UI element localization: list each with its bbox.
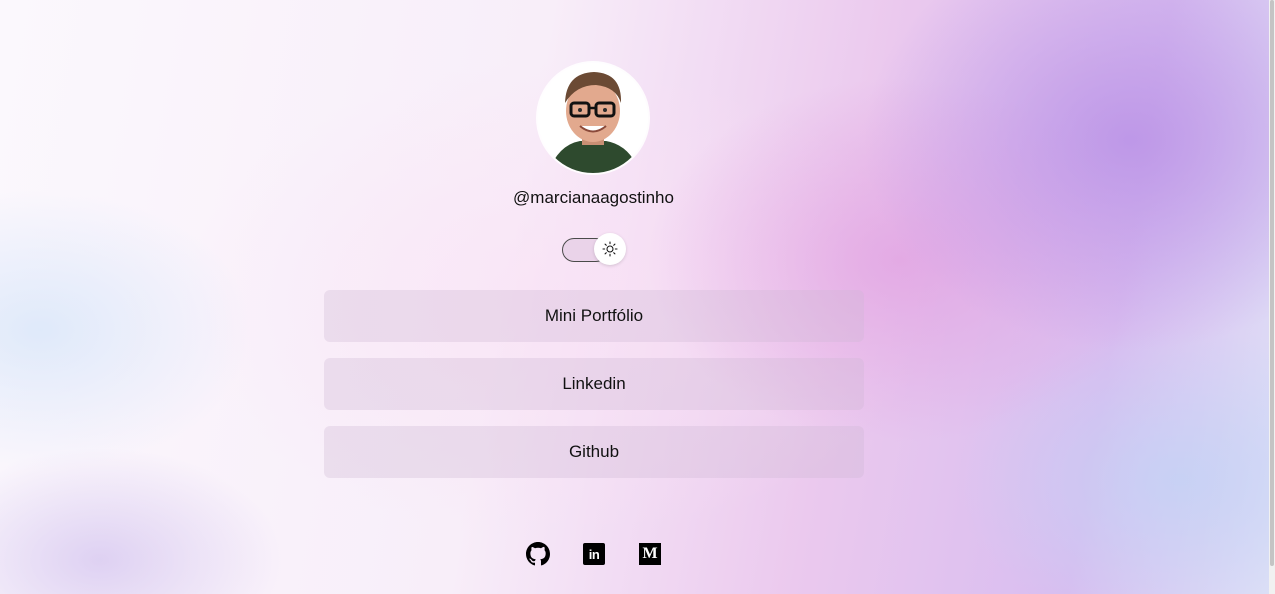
- medium-social-link[interactable]: M: [638, 542, 662, 566]
- link-label: Github: [568, 442, 620, 461]
- username: @marcianaagostinho: [513, 188, 674, 207]
- scrollbar[interactable]: [1269, 0, 1275, 594]
- linkedin-social-link[interactable]: in: [582, 542, 606, 566]
- medium-icon-text: M: [642, 545, 658, 562]
- linkedin-link[interactable]: Linkedin: [324, 358, 864, 410]
- link-label: Linkedin: [562, 374, 626, 393]
- github-social-link[interactable]: [526, 542, 550, 566]
- profile-photo: [538, 63, 648, 173]
- link-label: Mini Portfólio: [544, 306, 644, 325]
- sun-icon: [602, 241, 618, 257]
- medium-icon: M: [639, 543, 661, 565]
- toggle-knob[interactable]: [594, 233, 626, 265]
- linktree-page: @marcianaagostinho Mini Portfólio Linked…: [0, 0, 1269, 594]
- avatar: [538, 63, 648, 173]
- theme-toggle[interactable]: [562, 233, 626, 265]
- github-icon: [526, 542, 550, 566]
- mini-portfolio-link[interactable]: Mini Portfólio: [324, 290, 864, 342]
- github-link[interactable]: Github: [324, 426, 864, 478]
- linkedin-icon: in: [583, 543, 605, 565]
- linkedin-icon-text: in: [588, 546, 600, 562]
- scrollbar-thumb[interactable]: [1270, 0, 1274, 566]
